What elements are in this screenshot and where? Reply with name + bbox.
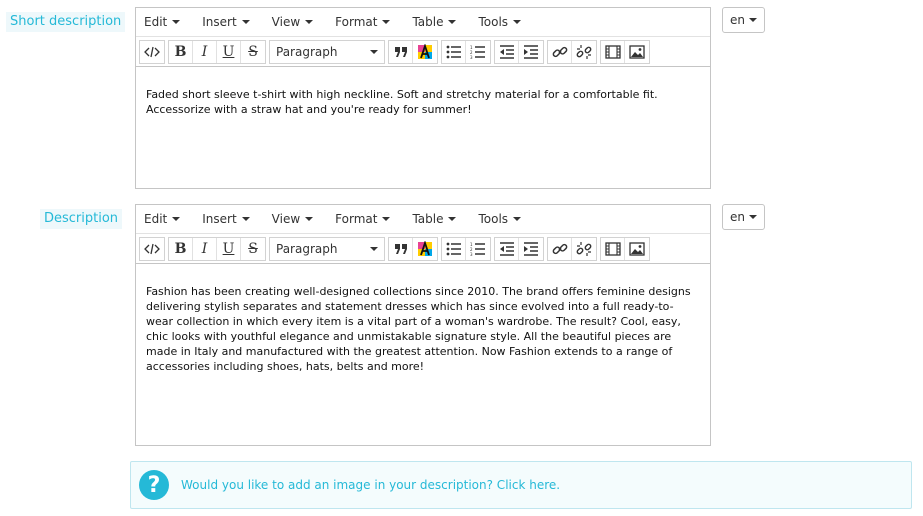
chevron-down-icon xyxy=(172,20,181,24)
underline-button[interactable]: U xyxy=(217,237,241,260)
chevron-down-icon xyxy=(370,246,378,251)
insert-image-button[interactable] xyxy=(625,238,649,260)
strikethrough-button[interactable]: S xyxy=(241,41,265,63)
source-code-button[interactable] xyxy=(140,41,164,63)
insert-link-button[interactable] xyxy=(548,237,572,260)
outdent-button[interactable] xyxy=(495,40,519,63)
chevron-down-icon xyxy=(172,217,181,221)
indent-button[interactable] xyxy=(519,41,543,63)
numbered-list-icon: 123 xyxy=(470,242,485,256)
code-icon xyxy=(144,243,160,254)
description-label: Description xyxy=(40,209,123,229)
block-format-select[interactable]: Paragraph xyxy=(270,41,384,63)
menu-edit[interactable]: Edit xyxy=(140,15,184,29)
outdent-button[interactable] xyxy=(495,237,519,260)
remove-link-button[interactable] xyxy=(572,41,596,63)
text-color-icon xyxy=(418,240,432,256)
link-icon xyxy=(552,46,567,57)
question-icon: ? xyxy=(139,470,169,500)
bullet-list-icon xyxy=(446,45,461,58)
short-description-label: Short description xyxy=(6,12,126,32)
bullet-list-button[interactable] xyxy=(442,237,466,260)
indent-icon xyxy=(524,241,538,256)
menu-view[interactable]: View xyxy=(268,15,317,29)
text-color-icon xyxy=(418,43,432,59)
add-image-help-alert[interactable]: ? Would you like to add an image in your… xyxy=(130,461,912,509)
menu-table[interactable]: Table xyxy=(408,15,460,29)
chevron-down-icon xyxy=(241,20,250,24)
strikethrough-button[interactable]: S xyxy=(241,238,265,260)
chevron-down-icon xyxy=(448,217,457,221)
menu-tools[interactable]: Tools xyxy=(474,15,525,29)
menu-insert[interactable]: Insert xyxy=(198,212,253,226)
blockquote-button[interactable] xyxy=(389,40,413,63)
chevron-down-icon xyxy=(448,20,457,24)
short-description-language-button[interactable]: en xyxy=(722,7,765,33)
numbered-list-icon: 123 xyxy=(470,45,485,59)
menu-table[interactable]: Table xyxy=(408,212,460,226)
block-format-select[interactable]: Paragraph xyxy=(270,238,384,260)
quote-icon xyxy=(394,243,407,254)
text-color-button[interactable] xyxy=(413,41,437,63)
svg-text:3: 3 xyxy=(470,55,473,59)
image-icon xyxy=(629,241,645,256)
description-editor: Edit Insert View Format Table Tools B I … xyxy=(135,204,711,446)
film-icon xyxy=(604,241,621,256)
menu-view[interactable]: View xyxy=(268,212,317,226)
chevron-down-icon xyxy=(241,217,250,221)
blockquote-button[interactable] xyxy=(389,237,413,260)
menu-format[interactable]: Format xyxy=(331,212,394,226)
outdent-icon xyxy=(499,241,514,256)
chevron-down-icon xyxy=(382,217,391,221)
add-image-help-link[interactable]: Would you like to add an image in your d… xyxy=(181,478,560,492)
bold-button[interactable]: B xyxy=(169,237,193,260)
editor-toolbar: B I U S Paragraph 123 xyxy=(136,37,710,67)
menu-edit[interactable]: Edit xyxy=(140,212,184,226)
short-description-content[interactable]: Faded short sleeve t-shirt with high nec… xyxy=(136,67,710,127)
insert-image-button[interactable] xyxy=(625,41,649,63)
indent-button[interactable] xyxy=(519,238,543,260)
indent-icon xyxy=(524,44,538,59)
svg-text:3: 3 xyxy=(470,252,473,256)
text-color-button[interactable] xyxy=(413,238,437,260)
underline-button[interactable]: U xyxy=(217,40,241,63)
insert-video-button[interactable] xyxy=(601,237,625,260)
italic-button[interactable]: I xyxy=(193,40,217,63)
chevron-down-icon xyxy=(513,20,522,24)
italic-button[interactable]: I xyxy=(193,237,217,260)
unlink-icon xyxy=(576,44,592,59)
menu-insert[interactable]: Insert xyxy=(198,15,253,29)
image-icon xyxy=(629,44,645,59)
film-icon xyxy=(604,44,621,59)
remove-link-button[interactable] xyxy=(572,238,596,260)
bullet-list-button[interactable] xyxy=(442,40,466,63)
insert-video-button[interactable] xyxy=(601,40,625,63)
editor-menubar: Edit Insert View Format Table Tools xyxy=(136,205,710,234)
outdent-icon xyxy=(499,44,514,59)
chevron-down-icon xyxy=(305,217,314,221)
chevron-down-icon xyxy=(382,20,391,24)
link-icon xyxy=(552,243,567,254)
quote-icon xyxy=(394,46,407,57)
editor-menubar: Edit Insert View Format Table Tools xyxy=(136,8,710,37)
source-code-button[interactable] xyxy=(140,238,164,260)
description-language-button[interactable]: en xyxy=(722,204,765,230)
insert-link-button[interactable] xyxy=(548,40,572,63)
bold-button[interactable]: B xyxy=(169,40,193,63)
short-description-editor: Edit Insert View Format Table Tools B I … xyxy=(135,7,711,189)
numbered-list-button[interactable]: 123 xyxy=(466,238,490,260)
numbered-list-button[interactable]: 123 xyxy=(466,41,490,63)
menu-tools[interactable]: Tools xyxy=(474,212,525,226)
chevron-down-icon xyxy=(749,18,757,22)
chevron-down-icon xyxy=(370,49,378,54)
code-icon xyxy=(144,46,160,57)
chevron-down-icon xyxy=(749,215,757,219)
description-content[interactable]: Fashion has been creating well-designed … xyxy=(136,264,710,384)
chevron-down-icon xyxy=(513,217,522,221)
unlink-icon xyxy=(576,241,592,256)
editor-toolbar: B I U S Paragraph 123 xyxy=(136,234,710,264)
bullet-list-icon xyxy=(446,242,461,255)
menu-format[interactable]: Format xyxy=(331,15,394,29)
chevron-down-icon xyxy=(305,20,314,24)
